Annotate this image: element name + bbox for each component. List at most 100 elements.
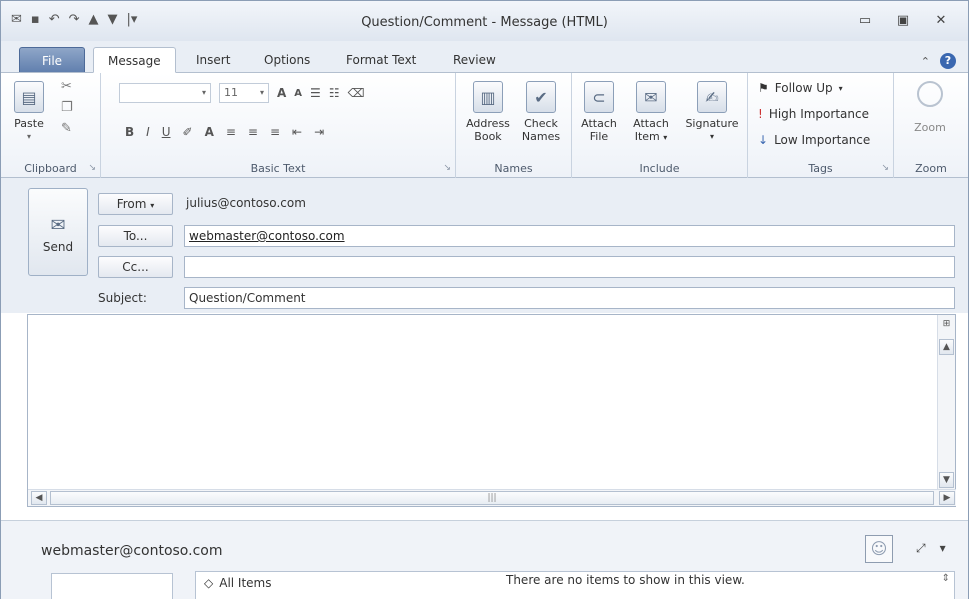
bold-button[interactable]: B <box>125 125 134 139</box>
paperclip-icon: ⊂ <box>584 81 614 113</box>
cut-icon[interactable]: ✂ <box>61 79 73 94</box>
title-bar: ✉ ▪ ↶ ↷ ▲ ▼ |▾ Question/Comment - Messag… <box>1 1 968 41</box>
send-icon: ✉ <box>50 215 66 236</box>
tab-file[interactable]: File <box>19 47 85 73</box>
expand-icon[interactable]: ⤢ <box>916 541 926 556</box>
signature-button[interactable]: ✍ Signature ▾ <box>680 81 744 143</box>
attach-file-button[interactable]: ⊂ Attach File <box>576 81 622 143</box>
check-names-button[interactable]: ✔ Check Names <box>516 81 566 143</box>
from-address: julius@contoso.com <box>186 196 306 210</box>
names-group-label: Names <box>494 162 533 175</box>
align-right-icon[interactable]: ≡ <box>270 125 280 139</box>
message-body[interactable]: ⊞ ▲ ▼ ◀ ||| ▶ <box>27 314 956 507</box>
copy-icon[interactable]: ❐ <box>61 100 73 115</box>
high-importance-label: High Importance <box>768 107 869 121</box>
attach-file-label-2: File <box>589 130 609 143</box>
horizontal-scroll-thumb[interactable]: ||| <box>50 491 934 505</box>
ruler-icon[interactable]: ⊞ <box>939 317 954 333</box>
scroll-down-icon[interactable]: ▼ <box>939 472 954 488</box>
zoom-group-label: Zoom <box>915 162 947 175</box>
vertical-scrollbar[interactable]: ⊞ ▲ ▼ <box>937 315 955 490</box>
outlook-message-window: ✉ ▪ ↶ ↷ ▲ ▼ |▾ Question/Comment - Messag… <box>0 0 969 599</box>
paste-icon: ▤ <box>14 81 44 113</box>
attach-item-label-1: Attach <box>633 117 669 130</box>
names-group: ▥ Address Book ✔ Check Names Names <box>456 73 572 179</box>
horizontal-scrollbar[interactable]: ◀ ||| ▶ <box>28 489 956 506</box>
all-items-filter[interactable]: ◇ All Items <box>204 576 272 590</box>
attach-item-button[interactable]: ✉ Attach Item ▾ <box>626 81 676 144</box>
high-importance-button[interactable]: ! High Importance <box>758 107 869 121</box>
numbering-icon[interactable]: ☷ <box>329 86 340 100</box>
from-button[interactable]: From ▾ <box>98 193 173 215</box>
clipboard-group-label: Clipboard <box>24 162 77 175</box>
minimize-ribbon-icon[interactable]: ⌃ <box>921 55 930 68</box>
tab-insert[interactable]: Insert <box>182 47 244 73</box>
highlight-icon[interactable]: ✐ <box>183 125 193 139</box>
empty-view-message: There are no items to show in this view. <box>506 573 745 587</box>
send-label: Send <box>42 240 74 254</box>
tags-group-label: Tags <box>808 162 833 175</box>
zoom-button[interactable]: Zoom <box>904 81 956 134</box>
tab-review[interactable]: Review <box>439 47 510 73</box>
people-pane-name: webmaster@contoso.com <box>41 543 223 559</box>
font-row: ▾ 11 ▾ A A ☰ ☷ ⌫ <box>119 83 365 103</box>
subject-field[interactable]: Question/Comment <box>184 287 955 309</box>
font-name-combo[interactable]: ▾ <box>119 83 211 103</box>
underline-button[interactable]: U <box>162 125 171 139</box>
window-controls: ▭ ▣ ✕ <box>846 13 960 28</box>
envelope-attach-icon: ✉ <box>636 81 666 113</box>
restore-icon[interactable]: ▣ <box>884 13 922 28</box>
italic-button[interactable]: I <box>146 125 150 139</box>
basic-text-group: ▾ 11 ▾ A A ☰ ☷ ⌫ B I U ✐ A ≡ ≡ ≡ ⇤ ⇥ Basi… <box>101 73 456 179</box>
paste-button[interactable]: ▤ Paste ▾ <box>7 81 51 143</box>
address-book-label-2: Book <box>474 130 502 143</box>
basic-text-launcher-icon[interactable]: ↘ <box>443 163 451 173</box>
to-recipient[interactable]: webmaster@contoso.com <box>189 229 345 243</box>
people-pane-list: ◇ All Items There are no items to show i… <box>195 571 955 599</box>
attach-item-dropdown-icon: ▾ <box>663 133 668 142</box>
format-painter-icon[interactable]: ✎ <box>61 121 73 136</box>
to-field[interactable]: webmaster@contoso.com <box>184 225 955 247</box>
zoom-button-label: Zoom <box>914 121 946 134</box>
increase-indent-icon[interactable]: ⇥ <box>314 125 324 139</box>
low-importance-button[interactable]: ↓ Low Importance <box>758 133 870 147</box>
cc-button[interactable]: Cc... <box>98 256 173 278</box>
align-left-icon[interactable]: ≡ <box>226 125 236 139</box>
address-book-button[interactable]: ▥ Address Book <box>462 81 514 143</box>
basic-text-group-label: Basic Text <box>250 162 306 175</box>
align-center-icon[interactable]: ≡ <box>248 125 258 139</box>
font-size-value: 11 <box>224 86 238 99</box>
scroll-up-icon[interactable]: ▲ <box>939 339 954 355</box>
close-icon[interactable]: ✕ <box>922 13 960 28</box>
signature-icon: ✍ <box>697 81 727 113</box>
collapse-chevron-icon[interactable]: ▾ <box>940 541 946 556</box>
shrink-font-icon[interactable]: A <box>294 88 302 99</box>
people-pane-controls: ⤢ ▾ <box>916 541 946 556</box>
clipboard-launcher-icon[interactable]: ↘ <box>88 163 96 173</box>
tab-format-text[interactable]: Format Text <box>332 47 430 73</box>
bullets-icon[interactable]: ☰ <box>310 86 321 100</box>
font-color-icon[interactable]: A <box>205 125 214 139</box>
exclamation-icon: ! <box>758 107 763 121</box>
follow-up-button[interactable]: ⚑ Follow Up ▾ <box>758 81 843 95</box>
magnifier-icon <box>917 81 943 107</box>
flag-icon: ⚑ <box>758 81 769 95</box>
grow-font-icon[interactable]: A <box>277 86 286 100</box>
tags-launcher-icon[interactable]: ↘ <box>881 163 889 173</box>
minimize-icon[interactable]: ▭ <box>846 13 884 28</box>
clear-format-icon[interactable]: ⌫ <box>348 86 365 100</box>
scroll-left-icon[interactable]: ◀ <box>31 491 47 505</box>
decrease-indent-icon[interactable]: ⇤ <box>292 125 302 139</box>
scroll-right-icon[interactable]: ▶ <box>939 491 955 505</box>
check-names-label-2: Names <box>521 130 561 143</box>
help-icon[interactable]: ? <box>940 53 956 69</box>
list-scroll-icon[interactable]: ⇕ <box>942 573 950 584</box>
tab-options[interactable]: Options <box>250 47 324 73</box>
cc-field[interactable] <box>184 256 955 278</box>
all-items-label: All Items <box>219 576 272 590</box>
send-button[interactable]: ✉ Send <box>28 188 88 276</box>
tab-message[interactable]: Message <box>93 47 176 73</box>
to-button[interactable]: To... <box>98 225 173 247</box>
low-importance-label: Low Importance <box>774 133 871 147</box>
font-size-combo[interactable]: 11 ▾ <box>219 83 269 103</box>
